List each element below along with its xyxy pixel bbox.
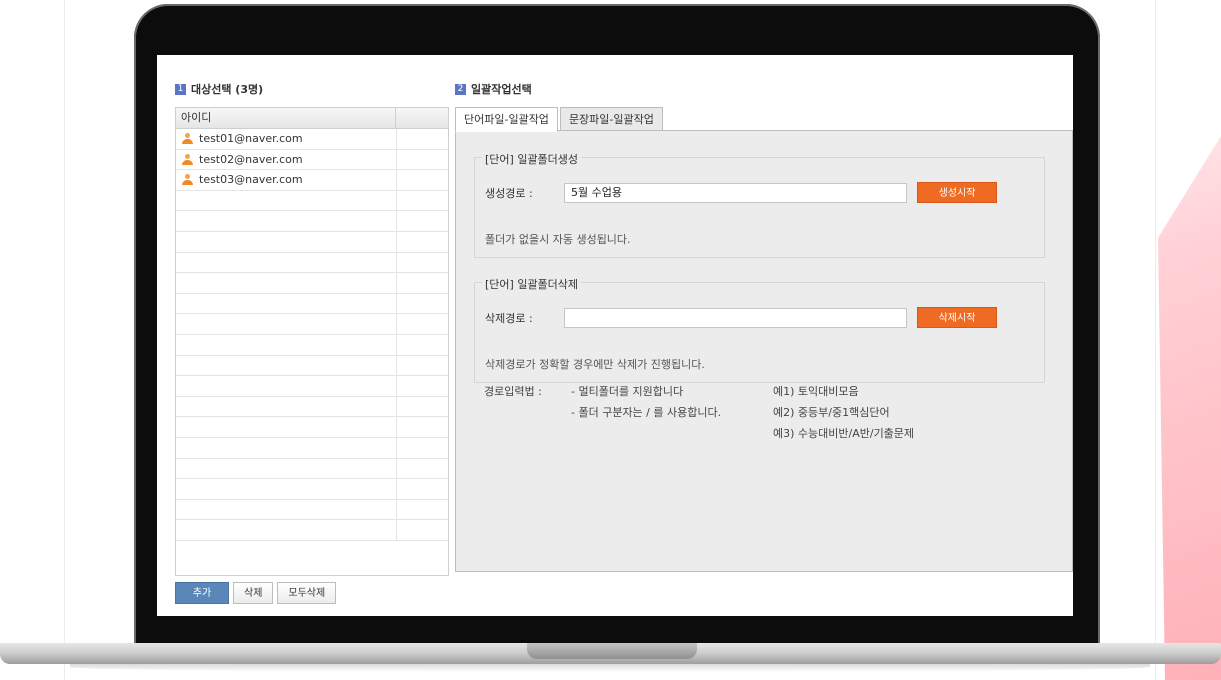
add-button[interactable]: 추가 bbox=[175, 582, 229, 604]
guide-example: 예3) 수능대비반/A반/기출문제 bbox=[773, 427, 915, 440]
user-icon bbox=[182, 153, 193, 165]
user-id: test03@naver.com bbox=[199, 173, 303, 187]
empty-row bbox=[176, 190, 448, 212]
user-icon bbox=[182, 174, 193, 186]
guide-rule: - 멀티폴더를 지원합니다 bbox=[571, 385, 684, 398]
empty-row bbox=[176, 458, 448, 480]
empty-row bbox=[176, 437, 448, 459]
user-grid: 아이디 test01@naver.com test02@naver.com te… bbox=[175, 107, 449, 576]
empty-row bbox=[176, 396, 448, 418]
delete-all-button[interactable]: 모두삭제 bbox=[277, 582, 337, 604]
empty-row bbox=[176, 355, 448, 377]
create-path-label: 생성경로 : bbox=[485, 186, 533, 200]
empty-row bbox=[176, 334, 448, 356]
create-path-input[interactable]: 5월 수업용 bbox=[564, 182, 907, 203]
guide-rules: - 멀티폴더를 지원합니다 - 폴더 구분자는 / 를 사용합니다. bbox=[571, 383, 721, 425]
empty-row bbox=[176, 314, 448, 335]
user-icon bbox=[182, 133, 193, 145]
laptop-notch bbox=[527, 643, 697, 659]
table-row[interactable]: test03@naver.com bbox=[176, 170, 448, 191]
empty-row bbox=[176, 211, 448, 232]
start-delete-button[interactable]: 삭제시작 bbox=[917, 307, 997, 328]
job-tabs: 단어파일-일괄작업 문장파일-일괄작업 bbox=[455, 107, 665, 132]
step-badge-2: 2 bbox=[455, 83, 466, 95]
empty-row bbox=[176, 273, 448, 294]
delete-note: 삭제경로가 정확할 경우에만 삭제가 진행됩니다. bbox=[485, 358, 705, 371]
decorative-background-shape bbox=[1158, 136, 1221, 680]
empty-row bbox=[176, 417, 448, 438]
page-guide-line-right bbox=[1155, 0, 1156, 680]
table-row[interactable]: test01@naver.com bbox=[176, 129, 448, 150]
guide-label: 경로입력법 : bbox=[484, 385, 542, 398]
empty-row bbox=[176, 376, 448, 397]
tab-panel: [단어] 일괄폴더생성 생성경로 : 5월 수업용 생성시작 폴더가 없을시 자… bbox=[455, 130, 1073, 572]
guide-example: 예1) 토익대비모음 bbox=[773, 385, 859, 398]
create-note: 폴더가 없을시 자동 생성됩니다. bbox=[485, 233, 631, 246]
batch-job-title: 2 일괄작업선택 bbox=[455, 81, 532, 97]
target-select-title-text: 대상선택 (3명) bbox=[191, 83, 264, 96]
column-header-id[interactable]: 아이디 bbox=[176, 108, 396, 128]
batch-job-title-text: 일괄작업선택 bbox=[471, 83, 532, 96]
tab-sentence-file-batch[interactable]: 문장파일-일괄작업 bbox=[559, 107, 663, 132]
folder-create-group: [단어] 일괄폴더생성 생성경로 : 5월 수업용 생성시작 폴더가 없을시 자… bbox=[474, 151, 1045, 258]
user-id: test02@naver.com bbox=[199, 152, 303, 166]
folder-delete-legend: [단어] 일괄폴더삭제 bbox=[482, 276, 582, 292]
delete-path-input[interactable] bbox=[564, 307, 907, 328]
empty-row bbox=[176, 293, 448, 315]
user-id: test01@naver.com bbox=[199, 132, 303, 146]
tab-word-file-batch[interactable]: 단어파일-일괄작업 bbox=[455, 107, 558, 132]
target-select-title: 1 대상선택 (3명) bbox=[175, 81, 263, 97]
delete-path-label: 삭제경로 : bbox=[485, 311, 533, 325]
table-row[interactable]: test02@naver.com bbox=[176, 149, 448, 171]
grid-header: 아이디 bbox=[176, 108, 448, 129]
guide-rule: - 폴더 구분자는 / 를 사용합니다. bbox=[571, 406, 722, 419]
grid-button-bar: 추가 삭제 모두삭제 bbox=[175, 582, 337, 604]
app-screen: 1 대상선택 (3명) 아이디 test01@naver.com test02@… bbox=[157, 55, 1073, 616]
empty-row bbox=[176, 520, 448, 541]
guide-example: 예2) 중등부/중1핵심단어 bbox=[773, 406, 890, 419]
empty-row bbox=[176, 252, 448, 274]
folder-delete-group: [단어] 일괄폴더삭제 삭제경로 : 삭제시작 삭제경로가 정확할 경우에만 삭… bbox=[474, 276, 1045, 383]
empty-row bbox=[176, 499, 448, 521]
step-badge-1: 1 bbox=[175, 83, 186, 95]
page-guide-line-left bbox=[64, 0, 65, 680]
empty-row bbox=[176, 479, 448, 500]
start-create-button[interactable]: 생성시작 bbox=[917, 182, 997, 203]
guide-examples: 예1) 토익대비모음 예2) 중등부/중1핵심단어 예3) 수능대비반/A반/기… bbox=[773, 383, 914, 446]
folder-create-legend: [단어] 일괄폴더생성 bbox=[482, 151, 582, 167]
empty-row bbox=[176, 231, 448, 253]
delete-button[interactable]: 삭제 bbox=[233, 582, 274, 604]
